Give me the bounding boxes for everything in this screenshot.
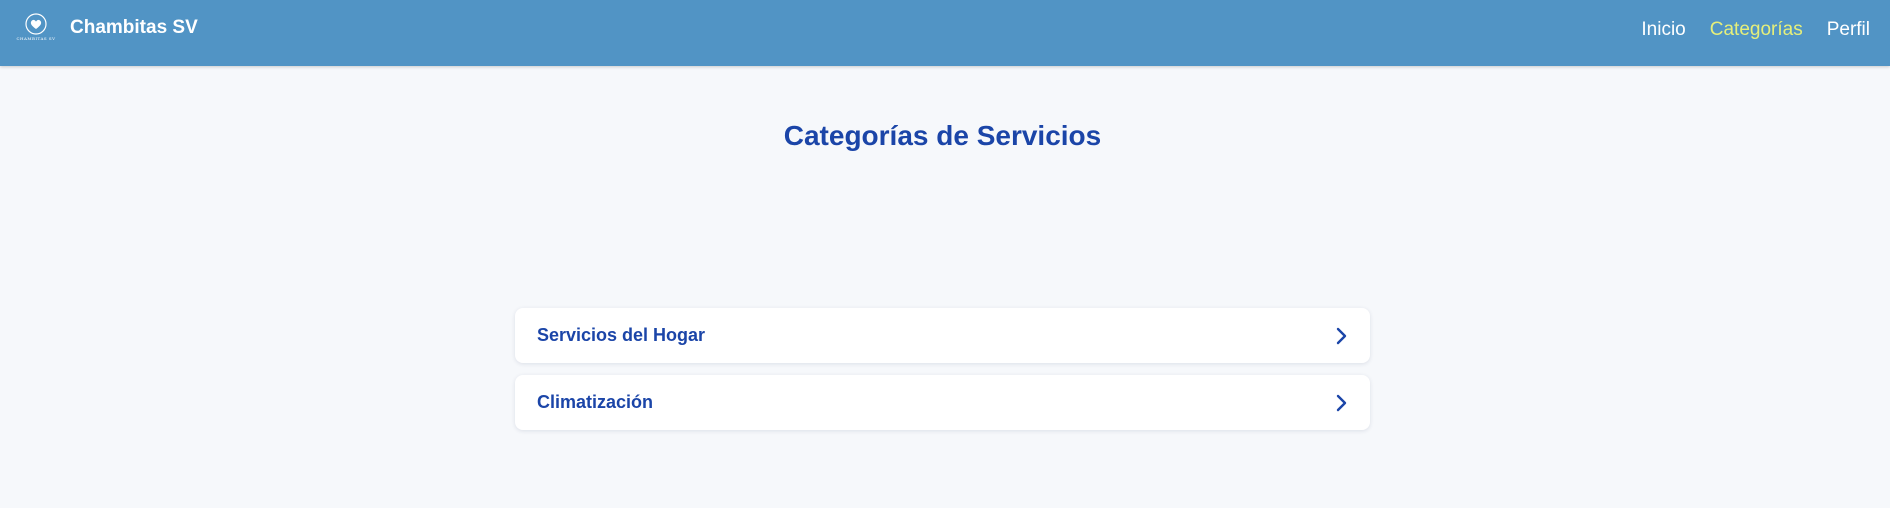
heart-logo-icon [25, 13, 47, 35]
category-label: Servicios del Hogar [537, 325, 706, 345]
top-navbar: CHAMBITAS SV Chambitas SV Inicio Categor… [0, 0, 1890, 66]
chevron-right-icon [1334, 394, 1348, 412]
logo-caption: CHAMBITAS SV [16, 36, 56, 41]
main-nav: Inicio Categorías Perfil [1641, 0, 1870, 60]
category-item-climatizacion[interactable]: Climatización [515, 375, 1370, 430]
category-list: Servicios del Hogar Climatización [515, 308, 1370, 430]
category-label: Climatización [537, 392, 654, 412]
brand-logo: CHAMBITAS SV [14, 13, 58, 43]
nav-link-categorias[interactable]: Categorías [1710, 19, 1803, 41]
category-item-servicios-del-hogar[interactable]: Servicios del Hogar [515, 308, 1370, 363]
nav-link-perfil[interactable]: Perfil [1827, 19, 1870, 41]
brand-name: Chambitas SV [70, 17, 198, 38]
page-title: Categorías de Servicios [783, 120, 1102, 151]
nav-link-inicio[interactable]: Inicio [1641, 19, 1685, 41]
chevron-right-icon [1334, 327, 1348, 345]
brand-home-link[interactable]: CHAMBITAS SV Chambitas SV [14, 13, 198, 43]
